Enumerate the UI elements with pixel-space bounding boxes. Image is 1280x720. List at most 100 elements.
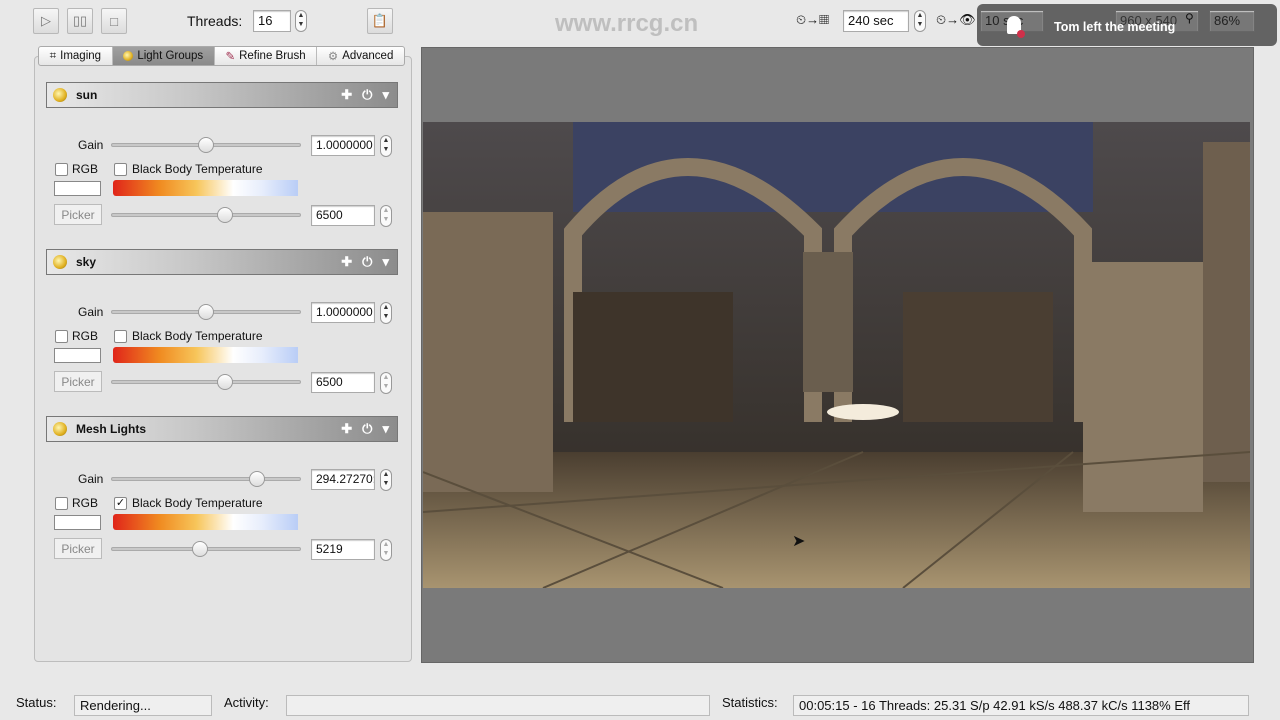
clipboard-button[interactable]: 📋: [367, 8, 393, 34]
notification-text: Tom left the meeting: [1054, 20, 1176, 34]
temperature-slider-knob[interactable]: [192, 541, 209, 557]
gain-slider[interactable]: [111, 471, 301, 487]
zoom-field[interactable]: 86%: [1209, 10, 1255, 32]
gain-slider-knob[interactable]: [198, 304, 214, 320]
activity-label: Activity:: [224, 695, 269, 710]
picker-button[interactable]: Picker: [54, 538, 102, 559]
gain-slider-knob[interactable]: [248, 471, 265, 487]
gain-slider-knob[interactable]: [198, 137, 214, 153]
gain-label: Gain: [78, 472, 104, 486]
temperature-slider-knob[interactable]: [216, 207, 233, 223]
temperature-stepper[interactable]: ▲ ▼: [380, 205, 392, 227]
light-glow: [827, 404, 899, 420]
temperature-input[interactable]: 6500: [311, 205, 375, 226]
threads-label: Threads:: [187, 13, 243, 29]
light-group-header[interactable]: sky ✚ ⏻ ▾: [46, 249, 398, 275]
bulb-icon: [53, 255, 67, 269]
crop-icon: ⌗: [49, 49, 57, 62]
notification-toast: 10 sec 960 x 540 ⚲ 86% Tom left the meet…: [977, 4, 1277, 46]
stop-button[interactable]: □: [101, 8, 127, 34]
gain-label: Gain: [78, 305, 104, 319]
tab-label: Imaging: [60, 50, 102, 62]
statistics-field: 00:05:15 - 16 Threads: 25.31 S/p 42.91 k…: [793, 695, 1249, 716]
light-group: sun ✚ ⏻ ▾ Gain 1.0000000 ▲ ▼ RGB Black Body…: [46, 82, 398, 249]
power-icon[interactable]: ⏻: [362, 254, 372, 270]
play-icon: ▷: [41, 13, 51, 28]
activity-progress: [286, 695, 710, 716]
tab-imaging[interactable]: ⌗ Imaging: [39, 47, 113, 65]
temperature-slider[interactable]: [111, 374, 301, 390]
bulb-icon: [53, 422, 67, 436]
temperature-slider[interactable]: [111, 541, 301, 557]
halt-time-icon: ⏲→▦: [796, 12, 830, 27]
threads-input[interactable]: 16: [253, 10, 291, 32]
clipboard-icon: 📋: [371, 13, 389, 28]
bbt-checkbox[interactable]: ✓: [114, 497, 127, 510]
render-image[interactable]: [423, 122, 1250, 588]
rgb-label: RGB: [72, 329, 99, 343]
light-group-header[interactable]: sun ✚ ⏻ ▾: [46, 82, 398, 108]
rgb-checkbox[interactable]: [55, 497, 68, 510]
bbt-checkbox[interactable]: [114, 163, 127, 176]
add-icon[interactable]: ✚: [341, 87, 352, 103]
gain-slider[interactable]: [111, 304, 301, 320]
light-group-header[interactable]: Mesh Lights ✚ ⏻ ▾: [46, 416, 398, 442]
add-icon[interactable]: ✚: [341, 254, 352, 270]
tab-bar: ⌗ Imaging Light Groups ✎ Refine Brush ⚙ Adv…: [38, 46, 405, 66]
light-group: Mesh Lights ✚ ⏻ ▾ Gain 294.27270: ▲ ▼ RGB ✓…: [46, 416, 398, 583]
gain-slider[interactable]: [111, 137, 301, 153]
light-group-name: sky: [76, 255, 97, 269]
status-label: Status:: [16, 695, 57, 710]
tab-label: Refine Brush: [239, 50, 306, 62]
gain-input[interactable]: 1.0000000: [311, 302, 375, 323]
play-button[interactable]: ▷: [33, 8, 59, 34]
halt-time-input[interactable]: 240 sec: [843, 10, 909, 32]
right-pillar: [1083, 262, 1203, 512]
left-pillar: [423, 212, 553, 492]
bbt-checkbox[interactable]: [114, 330, 127, 343]
tab-advanced[interactable]: ⚙ Advanced: [317, 47, 404, 65]
statistics-label: Statistics:: [722, 695, 778, 710]
color-swatch[interactable]: [54, 348, 101, 363]
bulb-icon: [53, 88, 67, 102]
bbt-label: Black Body Temperature: [132, 496, 263, 510]
chevron-down-icon[interactable]: ▾: [382, 87, 389, 103]
temperature-stepper[interactable]: ▲ ▼: [380, 372, 392, 394]
brush-icon: ✎: [225, 51, 236, 63]
power-icon[interactable]: ⏻: [362, 87, 372, 103]
temperature-stepper[interactable]: ▲ ▼: [380, 539, 392, 561]
bbt-label: Black Body Temperature: [132, 329, 263, 343]
tab-refine-brush[interactable]: ✎ Refine Brush: [215, 47, 318, 65]
gain-stepper[interactable]: ▲ ▼: [380, 302, 392, 324]
preview-time-icon: ⏲→👁: [936, 12, 976, 27]
temperature-slider-knob[interactable]: [216, 374, 233, 390]
pause-button[interactable]: ▯▯: [67, 8, 93, 34]
gain-input[interactable]: 1.0000000: [311, 135, 375, 156]
halt-time-stepper[interactable]: ▲ ▼: [914, 10, 926, 32]
tab-label: Light Groups: [137, 50, 204, 62]
temperature-gradient: [113, 180, 298, 196]
temperature-gradient: [113, 347, 298, 363]
temperature-input[interactable]: 5219: [311, 539, 375, 560]
rgb-checkbox[interactable]: [55, 330, 68, 343]
picker-button[interactable]: Picker: [54, 204, 102, 225]
color-swatch[interactable]: [54, 181, 101, 196]
temperature-slider[interactable]: [111, 207, 301, 223]
tab-light-groups[interactable]: Light Groups: [112, 47, 215, 65]
rgb-checkbox[interactable]: [55, 163, 68, 176]
add-icon[interactable]: ✚: [341, 421, 352, 437]
gain-stepper[interactable]: ▲ ▼: [380, 469, 392, 491]
gain-input[interactable]: 294.27270:: [311, 469, 375, 490]
gain-stepper[interactable]: ▲ ▼: [380, 135, 392, 157]
power-icon[interactable]: ⏻: [362, 421, 372, 437]
light-group-name: Mesh Lights: [76, 422, 147, 436]
rgb-label: RGB: [72, 496, 99, 510]
zoom-icon: ⚲: [1185, 11, 1194, 25]
stop-icon: □: [110, 13, 118, 29]
picker-button[interactable]: Picker: [54, 371, 102, 392]
chevron-down-icon[interactable]: ▾: [382, 254, 389, 270]
threads-stepper[interactable]: ▲ ▼: [295, 10, 307, 32]
color-swatch[interactable]: [54, 515, 101, 530]
temperature-input[interactable]: 6500: [311, 372, 375, 393]
chevron-down-icon[interactable]: ▾: [382, 421, 389, 437]
